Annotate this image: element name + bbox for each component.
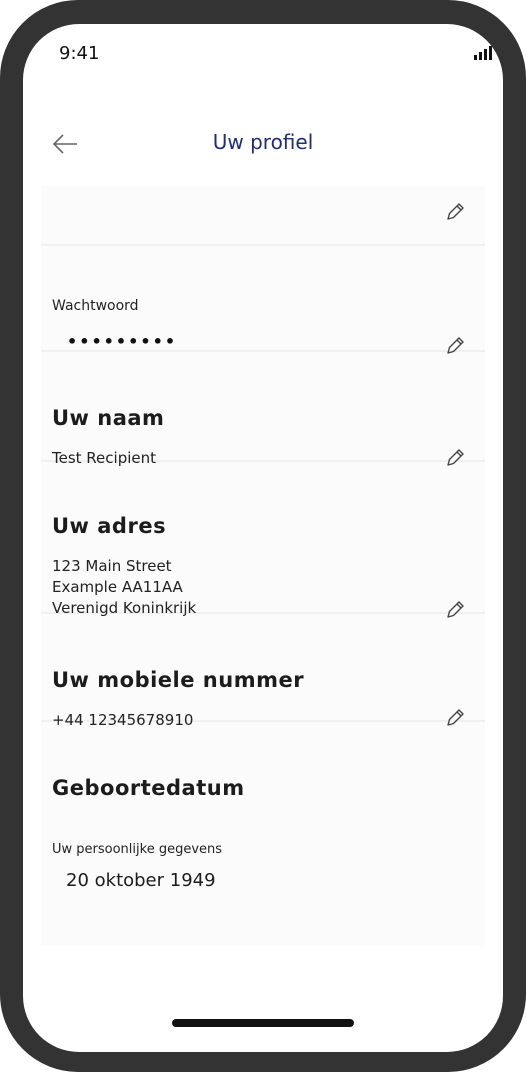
- address-heading: Uw adres: [52, 514, 167, 538]
- signal-icon: [474, 46, 492, 60]
- screen: 9:41 Uw profiel Wachtwoord ••••••••• Uw …: [23, 24, 503, 1052]
- status-time: 9:41: [59, 43, 100, 64]
- dob-label: Uw persoonlijke gegevens: [52, 842, 223, 857]
- password-label: Wachtwoord: [52, 298, 139, 314]
- address-line: 123 Main Street: [52, 557, 172, 575]
- email-section: [41, 186, 485, 246]
- mobile-heading: Uw mobiele nummer: [52, 668, 305, 692]
- profile-content: Wachtwoord ••••••••• Uw naam Test Recipi…: [41, 186, 485, 946]
- password-section: Wachtwoord •••••••••: [41, 246, 485, 354]
- dob-section: Geboortedatum Uw persoonlijke gegevens 2…: [41, 722, 485, 946]
- mobile-section: Uw mobiele nummer +44 12345678910: [41, 614, 485, 729]
- dob-heading: Geboortedatum: [52, 776, 245, 800]
- name-section: Uw naam Test Recipient: [41, 352, 485, 467]
- header: Uw profiel: [23, 120, 503, 172]
- home-indicator[interactable]: [172, 1019, 354, 1027]
- name-heading: Uw naam: [52, 406, 165, 430]
- password-value: •••••••••: [67, 332, 178, 351]
- page-title: Uw profiel: [212, 130, 314, 154]
- pencil-icon[interactable]: [443, 200, 467, 224]
- address-line: Example AA11AA: [52, 578, 183, 596]
- dob-value: 20 oktober 1949: [66, 870, 216, 891]
- address-section: Uw adres 123 Main Street Example AA11AA …: [41, 462, 485, 618]
- wifi-icon: [497, 46, 503, 55]
